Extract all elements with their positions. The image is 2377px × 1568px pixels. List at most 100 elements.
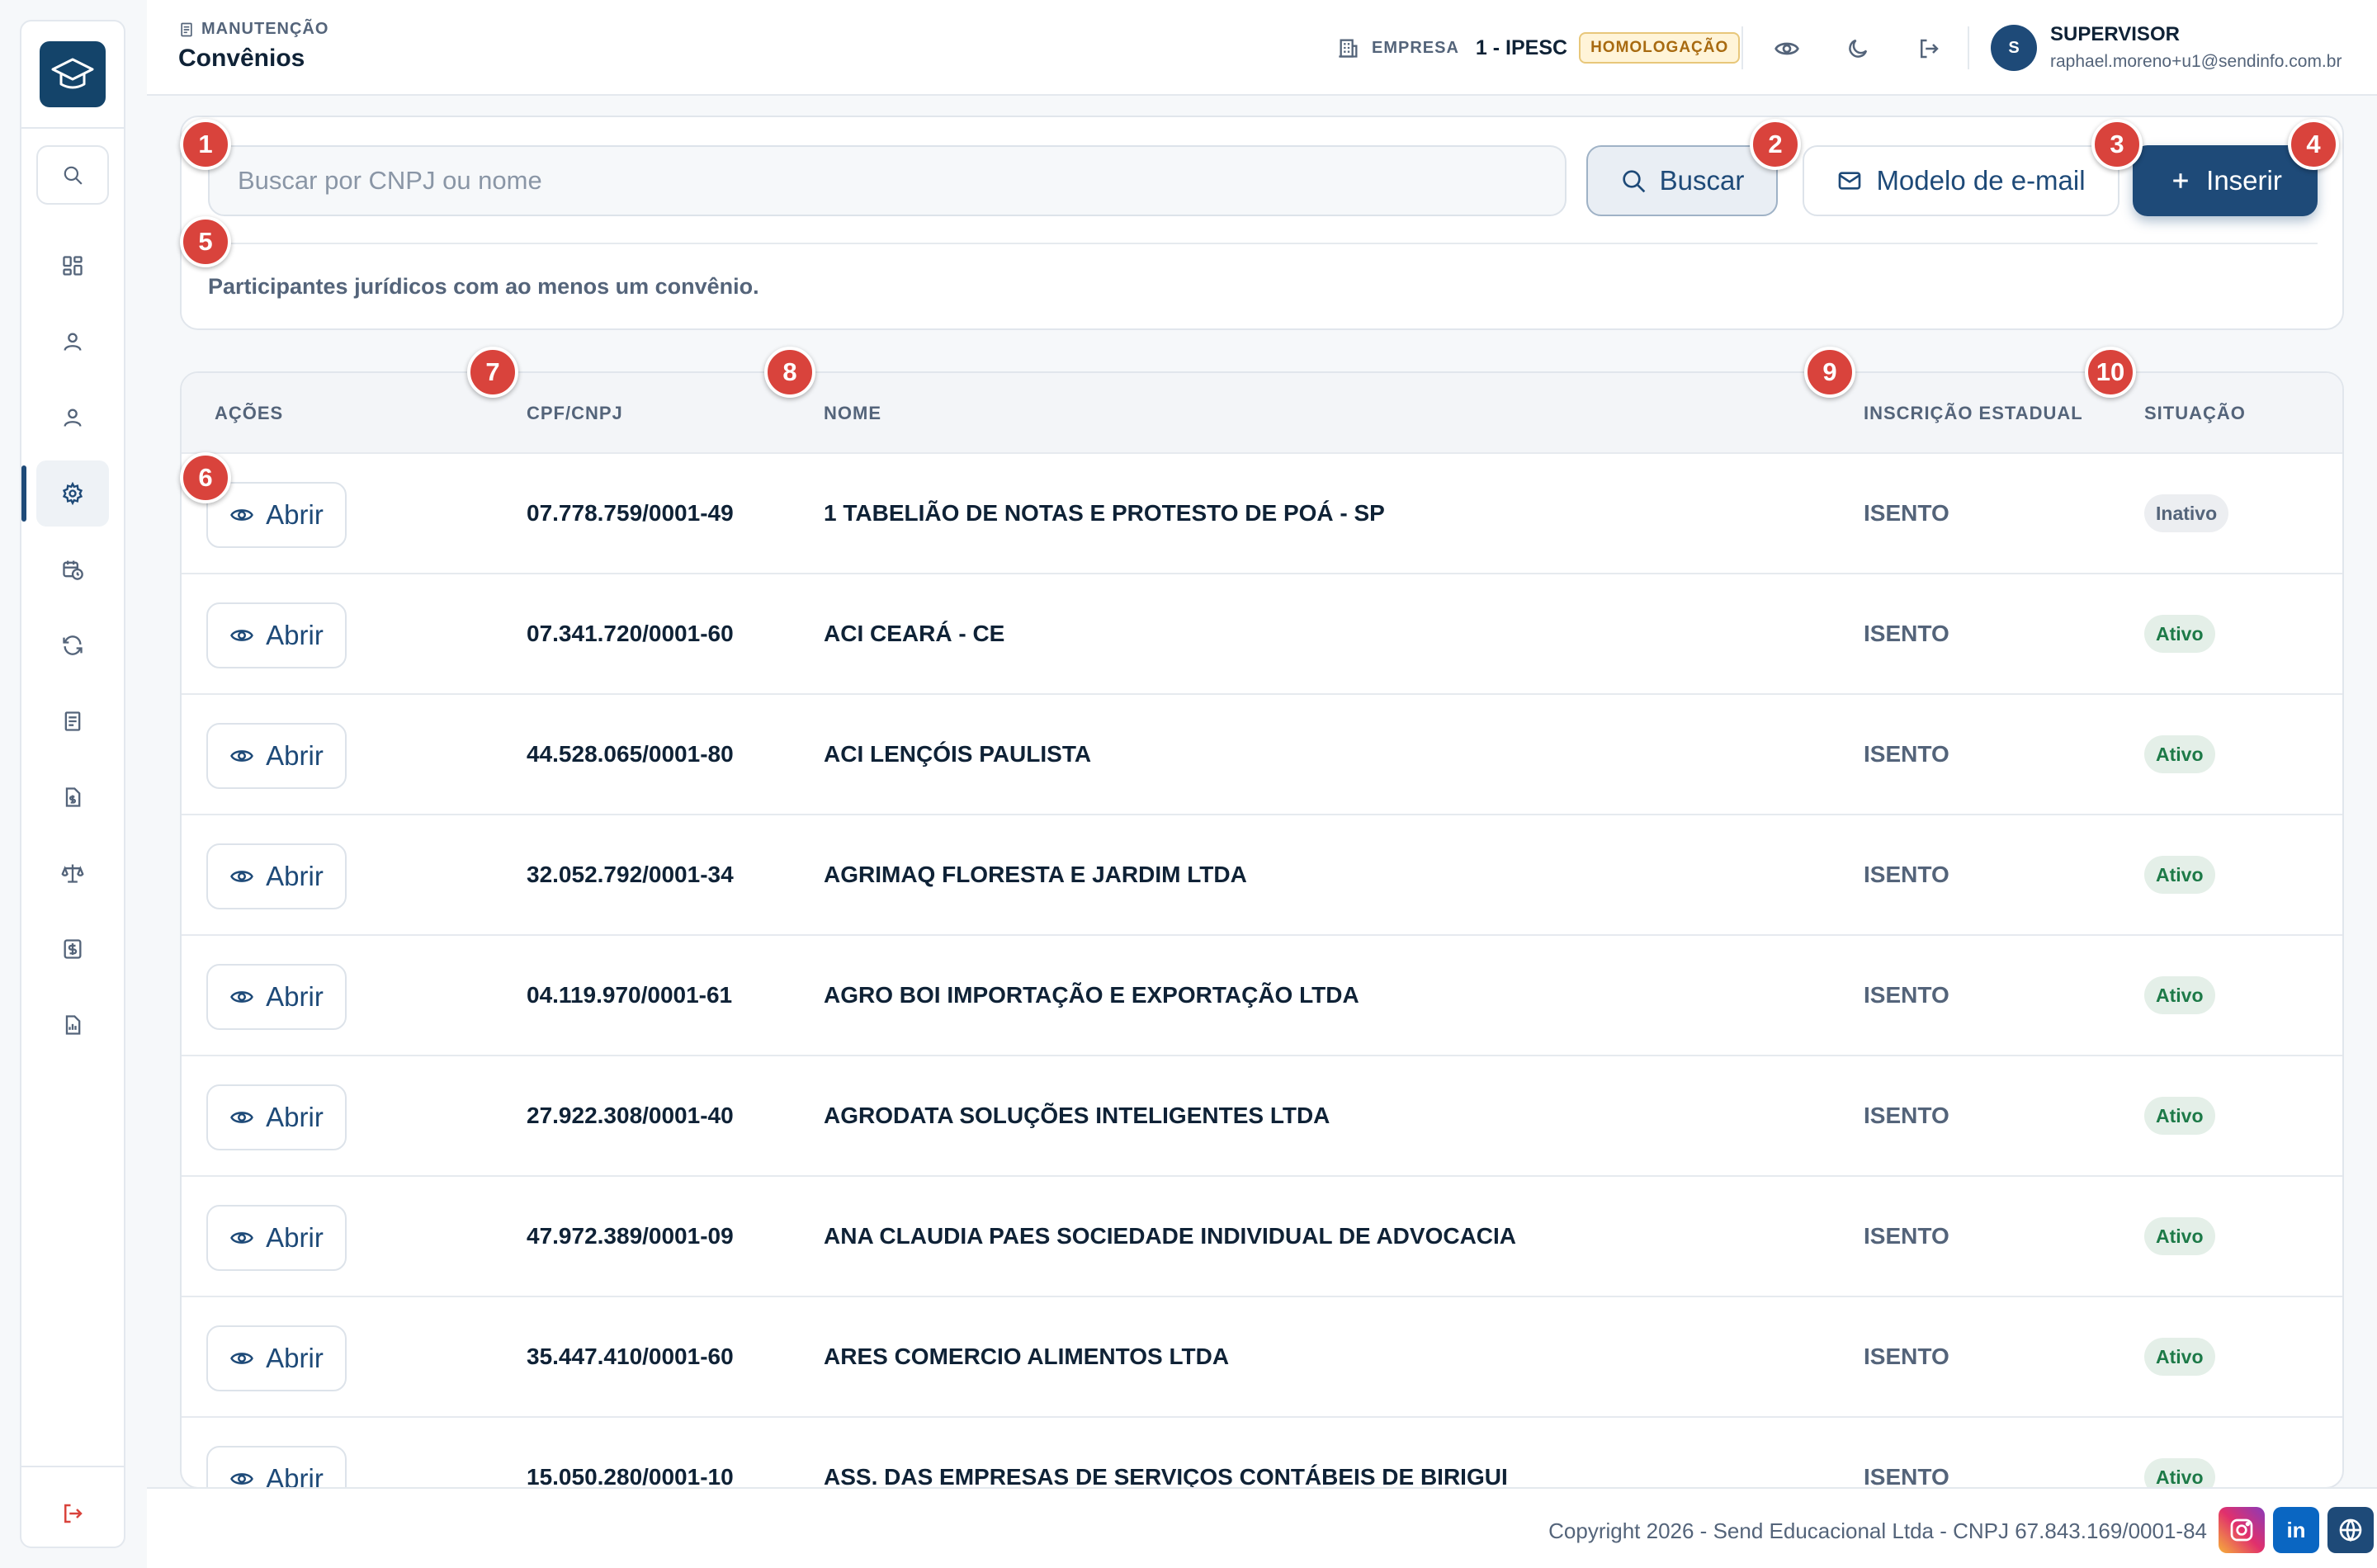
marker-1: 1 — [180, 119, 231, 170]
ie-cell: ISENTO — [1864, 982, 1949, 1008]
open-button[interactable]: Abrir — [206, 482, 347, 548]
scale-icon — [61, 864, 84, 883]
refresh-icon — [63, 635, 83, 655]
avatar[interactable]: S — [1991, 25, 2037, 71]
ie-cell: ISENTO — [1864, 862, 1949, 887]
open-button-label: Abrir — [266, 861, 324, 891]
company-label: EMPRESA — [1372, 38, 1459, 57]
insert-button-label: Inserir — [2206, 165, 2282, 196]
open-button[interactable]: Abrir — [206, 843, 347, 909]
search-button[interactable]: Buscar — [1586, 145, 1778, 216]
cnpj-cell: 15.050.280/0001-10 — [527, 1464, 734, 1489]
instagram-link[interactable] — [2219, 1507, 2265, 1553]
eye-icon — [230, 1232, 254, 1244]
open-button-label: Abrir — [266, 499, 324, 530]
status-badge: Ativo — [2144, 615, 2215, 653]
column-header-ie[interactable]: INSCRIÇÃO ESTADUAL — [1864, 403, 2083, 424]
sidebar-item-finance[interactable] — [36, 916, 109, 982]
eye-icon — [230, 991, 254, 1003]
eye-icon — [230, 1473, 254, 1485]
open-button[interactable]: Abrir — [206, 723, 347, 789]
sidebar-search-button[interactable] — [36, 145, 109, 205]
plus-icon — [2173, 173, 2188, 188]
preview-button[interactable] — [1770, 31, 1804, 66]
report-icon — [65, 1015, 81, 1035]
user-email: raphael.moreno+u1@sendinfo.com.br — [2050, 52, 2342, 71]
table-row: Abrir 27.922.308/0001-40 AGRODATA SOLUÇÕES… — [182, 1055, 2342, 1175]
open-button[interactable]: Abrir — [206, 602, 347, 668]
open-button-label: Abrir — [266, 740, 324, 771]
marker-7: 7 — [467, 347, 518, 398]
sidebar-item-reports[interactable] — [36, 992, 109, 1058]
open-button[interactable]: Abrir — [206, 1205, 347, 1271]
document-icon — [181, 22, 192, 36]
marker-9: 9 — [1804, 347, 1855, 398]
website-link[interactable] — [2327, 1507, 2374, 1553]
status-badge: Inativo — [2144, 494, 2229, 532]
sidebar-logout-button[interactable] — [36, 1487, 109, 1540]
email-template-button[interactable]: Modelo de e-mail — [1803, 145, 2119, 216]
header-divider — [1741, 26, 1743, 69]
company-info: EMPRESA 1 - IPESC HOMOLOGAÇÃO — [1337, 31, 1741, 64]
name-cell: 1 TABELIÃO DE NOTAS E PROTESTO DE POÁ - … — [824, 500, 1385, 526]
building-icon — [1339, 39, 1358, 58]
graduation-cap-icon — [51, 58, 94, 89]
name-cell: ANA CLAUDIA PAES SOCIEDADE INDIVIDUAL DE… — [824, 1223, 1517, 1249]
ie-cell: ISENTO — [1864, 1103, 1949, 1128]
name-cell: AGRODATA SOLUÇÕES INTELIGENTES LTDA — [824, 1103, 1330, 1128]
ie-cell: ISENTO — [1864, 1223, 1949, 1249]
footer: Copyright 2026 - Send Educacional Ltda -… — [147, 1487, 2377, 1568]
sidebar-item-profile[interactable] — [36, 385, 109, 451]
gear-icon — [62, 482, 83, 505]
dashboard-icon — [63, 256, 83, 276]
header-divider — [1968, 26, 1969, 69]
eye-icon — [230, 750, 254, 762]
search-button-label: Buscar — [1659, 165, 1745, 196]
table-row: Abrir 47.972.389/0001-09 ANA CLAUDIA PAES … — [182, 1175, 2342, 1296]
status-badge: Ativo — [2144, 976, 2215, 1014]
status-badge: Ativo — [2144, 1217, 2215, 1255]
column-header-acoes[interactable]: AÇÕES — [215, 403, 283, 424]
sidebar-item-billing[interactable] — [36, 764, 109, 830]
table-row: Abrir 32.052.792/0001-34 AGRIMAQ FLORESTA … — [182, 814, 2342, 934]
sidebar-item-dashboard[interactable] — [36, 233, 109, 299]
cnpj-cell: 04.119.970/0001-61 — [527, 982, 733, 1008]
table-row: Abrir 07.778.759/0001-49 1 TABELIÃO DE NOT… — [182, 452, 2342, 573]
sidebar-item-schedule[interactable] — [36, 536, 109, 602]
sidebar-item-legal[interactable] — [36, 840, 109, 906]
open-button[interactable]: Abrir — [206, 1084, 347, 1150]
open-button[interactable]: Abrir — [206, 1446, 347, 1489]
user-icon — [64, 333, 82, 351]
breadcrumb-label: MANUTENÇÃO — [201, 20, 329, 38]
dark-mode-toggle[interactable] — [1841, 31, 1875, 66]
logout-icon — [64, 1504, 83, 1523]
table-row: Abrir 15.050.280/0001-10 ASS. DAS EMPRESAS… — [182, 1416, 2342, 1489]
column-header-cnpj[interactable]: CPF/CNPJ — [527, 403, 623, 424]
search-card: Buscar Modelo de e-mail Inserir Particip… — [180, 116, 2344, 330]
status-badge: Ativo — [2144, 1458, 2215, 1487]
name-cell: ACI LENÇÓIS PAULISTA — [824, 741, 1092, 767]
sidebar-divider — [21, 1466, 124, 1467]
linkedin-link[interactable]: in — [2273, 1507, 2319, 1553]
open-button-label: Abrir — [266, 1463, 324, 1489]
open-button[interactable]: Abrir — [206, 1325, 347, 1391]
sidebar-item-settings[interactable] — [21, 460, 109, 527]
cnpj-cell: 47.972.389/0001-09 — [527, 1223, 734, 1249]
name-cell: AGRIMAQ FLORESTA E JARDIM LTDA — [824, 862, 1247, 887]
header-logout-button[interactable] — [1912, 31, 1946, 66]
calendar-clock-icon — [63, 560, 83, 580]
user-icon — [64, 409, 82, 427]
sidebar-item-users[interactable] — [36, 309, 109, 375]
search-input[interactable] — [208, 145, 1567, 216]
marker-8: 8 — [764, 347, 815, 398]
column-header-nome[interactable]: NOME — [824, 403, 881, 424]
name-cell: ARES COMERCIO ALIMENTOS LTDA — [824, 1344, 1230, 1369]
app-logo[interactable] — [40, 41, 106, 107]
user-name: SUPERVISOR — [2050, 23, 2180, 45]
sidebar-item-sync[interactable] — [36, 612, 109, 678]
name-cell: ACI CEARÁ - CE — [824, 621, 1005, 646]
column-header-situacao[interactable]: SITUAÇÃO — [2144, 403, 2246, 424]
open-button[interactable]: Abrir — [206, 964, 347, 1030]
sidebar-item-documents[interactable] — [36, 688, 109, 754]
ie-cell: ISENTO — [1864, 621, 1949, 646]
